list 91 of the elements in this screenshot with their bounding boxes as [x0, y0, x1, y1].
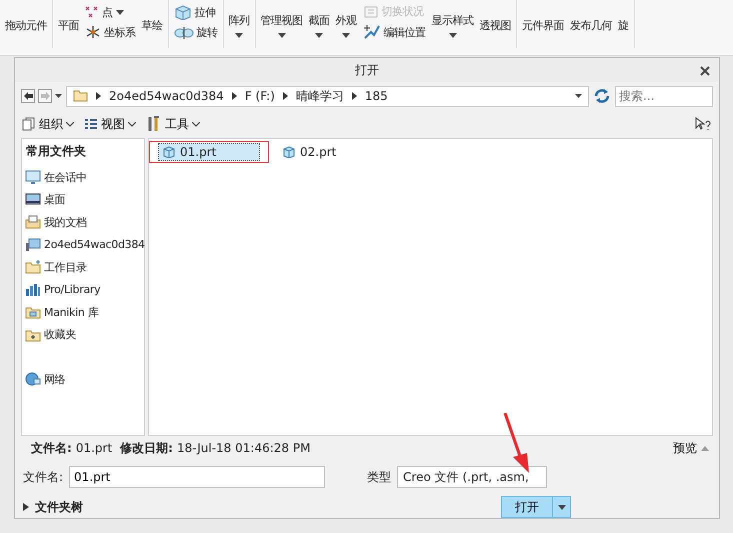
ribbon-button[interactable]: 旋	[616, 18, 630, 32]
tools-icon	[146, 116, 162, 132]
ribbon-button[interactable]: 透视图	[478, 18, 513, 32]
chevron-icon	[352, 92, 357, 100]
close-button[interactable]	[699, 64, 711, 76]
caret-icon	[55, 94, 62, 98]
expand-arrow-icon	[23, 503, 29, 511]
back-arrow-icon	[24, 92, 32, 100]
help-cursor-icon[interactable]	[695, 117, 713, 131]
file-item[interactable]: 02.prt	[278, 143, 380, 161]
sidebar-item[interactable]: 收藏夹	[22, 324, 144, 346]
ribbon-button[interactable]: 坐标系	[83, 24, 138, 40]
search-field[interactable]: 搜索...	[615, 86, 713, 106]
ribbon-button[interactable]: 管理视图	[258, 12, 304, 38]
address-bar[interactable]: 2o4ed54wac0d384 F (F:) 晴峰学习 185	[66, 86, 589, 106]
ribbon-button[interactable]: 元件界面	[520, 18, 566, 32]
chevron-icon	[96, 92, 101, 100]
part-file-icon	[283, 146, 295, 158]
points-icon	[85, 6, 99, 18]
detail-label: 文件名:	[31, 440, 72, 456]
forward-arrow-icon	[40, 92, 50, 100]
open-button[interactable]: 打开	[501, 496, 553, 518]
sidebar-item[interactable]: Manikin 库	[22, 301, 144, 324]
toggle-icon	[362, 4, 378, 18]
close-icon	[700, 66, 710, 76]
ribbon-button[interactable]: 拉伸	[172, 4, 220, 20]
caret-up-icon	[701, 446, 709, 450]
toolbar-button[interactable]: 组织	[21, 116, 74, 132]
favorites-icon	[25, 328, 41, 342]
dialog-title: 打开	[355, 62, 379, 78]
refresh-icon[interactable]	[593, 88, 611, 104]
documents-icon	[25, 215, 41, 230]
computer-icon	[25, 238, 41, 252]
open-menu-button[interactable]	[553, 496, 571, 518]
sidebar-item[interactable]: 网络	[22, 368, 144, 390]
ribbon-button[interactable]: 编辑位置	[360, 24, 428, 40]
library-icon	[25, 282, 41, 297]
sidebar-item[interactable]: 2o4ed54wac0d384	[22, 234, 144, 256]
back-button[interactable]	[21, 89, 35, 103]
breadcrumb[interactable]: 185	[364, 89, 388, 103]
ribbon-button[interactable]: 截面	[306, 12, 332, 38]
ribbon-button[interactable]: 点	[83, 4, 138, 20]
filename-field[interactable]: 01.prt	[69, 466, 326, 488]
file-item[interactable]: 01.prt	[158, 143, 260, 161]
ribbon-button[interactable]: 拖动元件	[3, 18, 49, 32]
toolbar-button[interactable]: 视图	[84, 116, 136, 132]
workdir-icon	[25, 260, 41, 274]
ribbon-button[interactable]: 显示样式	[430, 12, 476, 38]
caret-icon	[575, 94, 582, 98]
session-icon	[25, 170, 41, 184]
sidebar-item[interactable]: Pro/Library	[22, 278, 144, 301]
chevron-down-icon	[192, 122, 200, 126]
ribbon-button[interactable]: 阵列	[226, 12, 252, 38]
breadcrumb[interactable]: F (F:)	[244, 89, 275, 103]
folder-icon	[73, 90, 88, 102]
axes-icon	[85, 25, 101, 39]
cube-icon	[174, 4, 192, 20]
ribbon-button[interactable]: 旋转	[172, 25, 220, 40]
preview-toggle[interactable]: 预览	[673, 440, 709, 456]
type-dropdown[interactable]: Creo 文件 (.prt, .asm,	[397, 466, 548, 488]
chevron-icon	[232, 92, 237, 100]
detail-value: 01.prt	[76, 441, 112, 455]
toolbar-button[interactable]: 工具	[146, 116, 200, 132]
move-icon	[362, 24, 380, 40]
detail-label: 修改日期:	[120, 440, 173, 456]
sidebar-item[interactable]: 我的文档	[22, 211, 144, 234]
sidebar-item[interactable]: 在会话中	[22, 166, 144, 188]
sidebar-item[interactable]: 桌面	[22, 188, 144, 211]
sidebar-heading: 常用文件夹	[25, 143, 87, 160]
folder-icon	[25, 305, 41, 320]
ribbon-button[interactable]: 平面	[56, 18, 81, 32]
chevron-down-icon	[66, 122, 74, 126]
type-label: 类型	[367, 468, 392, 486]
detail-value: 18-Jul-18 01:46:28 PM	[176, 441, 310, 455]
breadcrumb[interactable]: 晴峰学习	[296, 88, 344, 104]
chevron-icon	[282, 92, 288, 100]
caret-icon	[558, 504, 566, 510]
ribbon-button[interactable]: 草绘	[140, 18, 164, 32]
ribbon-button[interactable]: 外观	[334, 12, 358, 38]
network-icon	[25, 372, 41, 386]
folder-tree-toggle[interactable]: 文件夹树	[23, 498, 83, 516]
pages-icon	[21, 117, 36, 131]
revolve-icon	[174, 26, 194, 38]
breadcrumb[interactable]: 2o4ed54wac0d384	[109, 89, 224, 103]
sidebar-item[interactable]: 工作目录	[22, 256, 144, 278]
ribbon-button[interactable]: 发布几何	[568, 18, 614, 32]
desktop-icon	[25, 192, 41, 207]
part-file-icon	[163, 146, 175, 158]
chevron-down-icon	[128, 122, 136, 126]
grid-icon	[84, 118, 98, 130]
filename-label: 文件名:	[23, 468, 64, 486]
